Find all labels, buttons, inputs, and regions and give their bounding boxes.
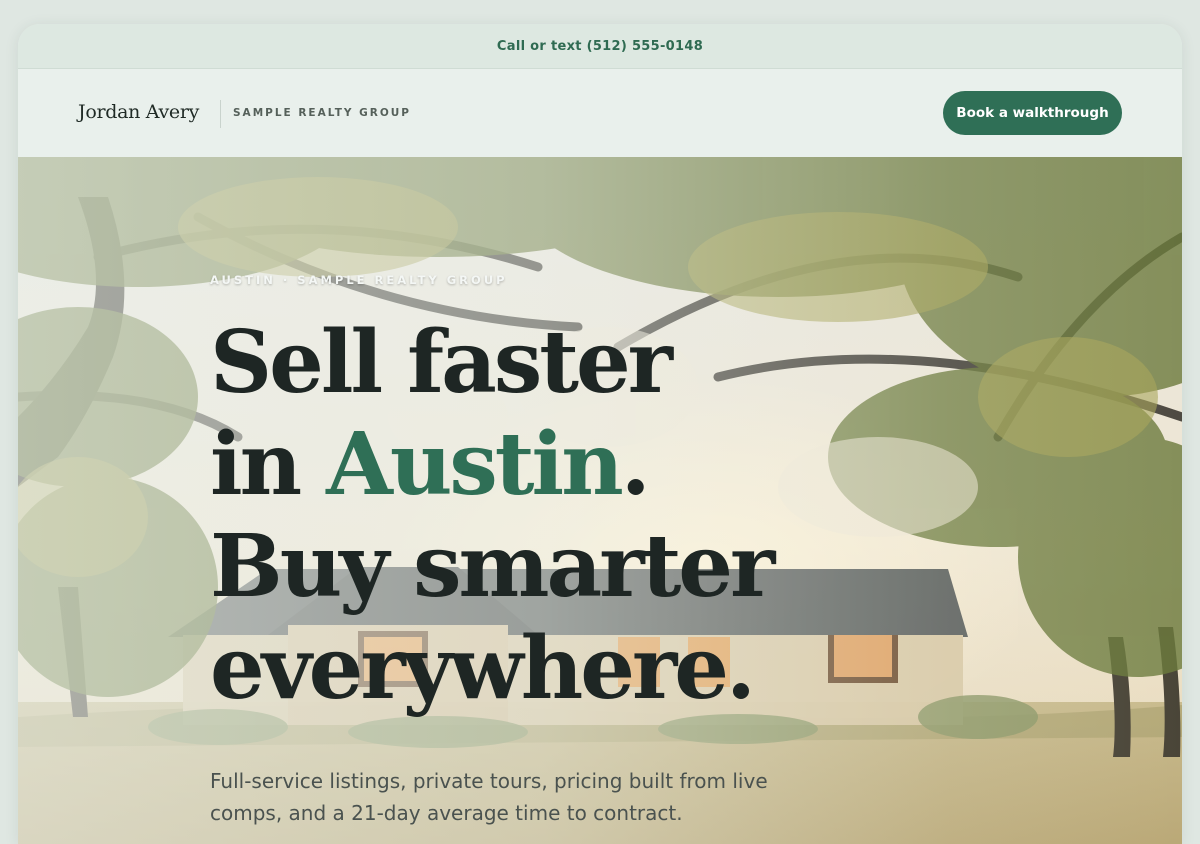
headline-city-accent: Austin: [326, 414, 624, 515]
headline-line-3: Buy smarter: [210, 516, 775, 617]
headline-in: in: [210, 414, 327, 515]
hero-lede: Full-service listings, private tours, pr…: [210, 769, 768, 825]
site-header: Jordan Avery SAMPLE REALTY GROUP Book a …: [18, 69, 1182, 157]
brand-subtitle: SAMPLE REALTY GROUP: [233, 107, 411, 119]
hero-headline: Sell faster in Austin. Buy smarter every…: [210, 312, 775, 720]
hero-eyebrow: AUSTIN · SAMPLE REALTY GROUP: [210, 273, 508, 287]
headline-line-2: in Austin.: [210, 414, 772, 516]
headline-period: .: [620, 414, 651, 515]
book-walkthrough-button[interactable]: Book a walkthrough: [943, 91, 1122, 135]
hero-section: AUSTIN · SAMPLE REALTY GROUP Sell faster…: [18, 157, 1182, 844]
headline-line-1: Sell faster: [210, 312, 673, 413]
brand-name[interactable]: Jordan Avery: [78, 101, 199, 123]
headline-line-4: everywhere.: [210, 618, 756, 719]
contact-bar: Call or text (512) 555-0148: [18, 24, 1182, 69]
brand-divider: [220, 100, 221, 128]
page-frame: Call or text (512) 555-0148 Jordan Avery…: [18, 24, 1182, 844]
contact-phone-link[interactable]: Call or text (512) 555-0148: [497, 39, 703, 54]
